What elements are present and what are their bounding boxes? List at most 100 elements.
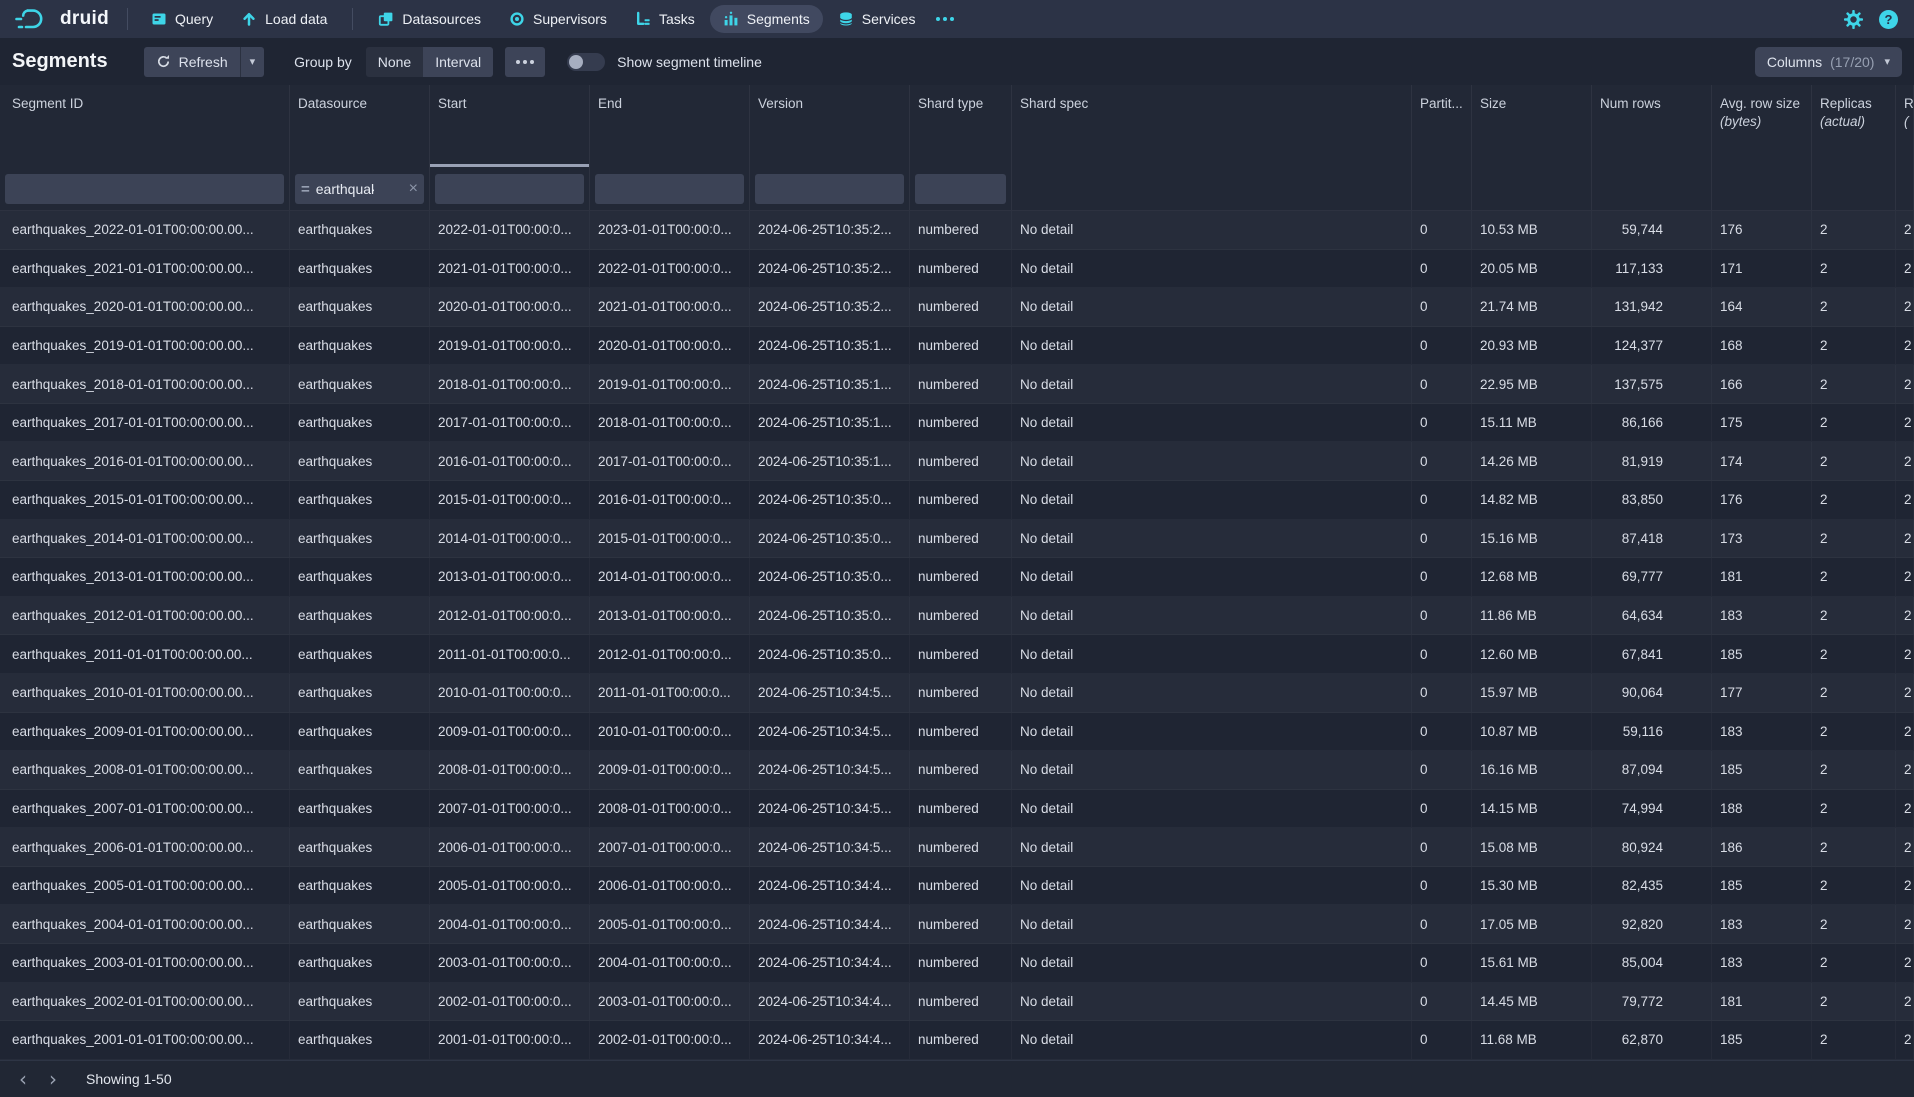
column-header-avg-row-size[interactable]: Avg. row size(bytes) — [1712, 85, 1812, 167]
filter-cell-avg-row-size — [1712, 167, 1812, 210]
cell-replicas: 2 — [1812, 288, 1896, 326]
cell-end: 2016-01-01T00:00:0... — [590, 481, 750, 519]
cell-replication: 2 — [1896, 983, 1914, 1021]
cell-avg-row-size: 174 — [1712, 442, 1812, 480]
column-header-segment-id[interactable]: Segment ID — [0, 85, 290, 167]
cell-shard-spec: No detail — [1012, 713, 1412, 751]
cell-shard-type: numbered — [910, 944, 1012, 982]
column-header-shard-spec[interactable]: Shard spec — [1012, 85, 1412, 167]
cell-start: 2021-01-01T00:00:0... — [430, 250, 590, 288]
cell-end: 2021-01-01T00:00:0... — [590, 288, 750, 326]
filter-input-version[interactable] — [755, 174, 904, 204]
refresh-button[interactable]: Refresh — [144, 47, 240, 77]
help-icon[interactable]: ? — [1879, 10, 1898, 29]
cell-replicas: 2 — [1812, 905, 1896, 943]
nav-item-segments[interactable]: Segments — [710, 5, 823, 33]
cell-avg-row-size: 164 — [1712, 288, 1812, 326]
column-header-num-rows[interactable]: Num rows — [1592, 85, 1712, 167]
prev-page-button[interactable]: ‹ — [8, 1064, 38, 1094]
cell-size: 17.05 MB — [1472, 905, 1592, 943]
column-header-datasource[interactable]: Datasource — [290, 85, 430, 167]
cell-start: 2007-01-01T00:00:0... — [430, 790, 590, 828]
cell-start: 2001-01-01T00:00:0... — [430, 1021, 590, 1059]
nav-item-tasks[interactable]: Tasks — [622, 5, 708, 33]
cell-num-rows: 67,841 — [1592, 635, 1712, 673]
cell-end: 2015-01-01T00:00:0... — [590, 520, 750, 558]
filter-cell-partition — [1412, 167, 1472, 210]
nav-item-query[interactable]: Query — [138, 5, 226, 33]
cell-start: 2005-01-01T00:00:0... — [430, 867, 590, 905]
cell-partition: 0 — [1412, 288, 1472, 326]
cell-size: 15.16 MB — [1472, 520, 1592, 558]
cell-datasource: earthquakes — [290, 520, 430, 558]
cell-replication: 2 — [1896, 944, 1914, 982]
cell-avg-row-size: 183 — [1712, 905, 1812, 943]
filter-input-start[interactable] — [435, 174, 584, 204]
pagination-footer: ‹ › Showing 1-50 — [0, 1060, 1914, 1097]
nav-item-datasources[interactable]: Datasources — [365, 5, 494, 33]
cell-num-rows: 69,777 — [1592, 558, 1712, 596]
cell-avg-row-size: 181 — [1712, 558, 1812, 596]
cell-shard-type: numbered — [910, 828, 1012, 866]
settings-gear-icon[interactable] — [1844, 10, 1863, 29]
cell-segment-id: earthquakes_2011-01-01T00:00:00.00... — [0, 635, 290, 673]
group-by-interval-button[interactable]: Interval — [423, 47, 493, 77]
column-header-size[interactable]: Size — [1472, 85, 1592, 167]
filter-input-end[interactable] — [595, 174, 744, 204]
cell-end: 2007-01-01T00:00:0... — [590, 828, 750, 866]
cell-replication: 2 — [1896, 211, 1914, 249]
druid-logo[interactable]: druid — [10, 6, 117, 32]
cell-start: 2014-01-01T00:00:0... — [430, 520, 590, 558]
cell-version: 2024-06-25T10:35:0... — [750, 520, 910, 558]
cell-shard-spec: No detail — [1012, 674, 1412, 712]
cell-datasource: earthquakes — [290, 250, 430, 288]
column-header-replicas[interactable]: Replicas(actual) — [1812, 85, 1896, 167]
table-row: earthquakes_2006-01-01T00:00:00.00...ear… — [0, 828, 1914, 867]
cell-size: 11.86 MB — [1472, 597, 1592, 635]
nav-item-load-data[interactable]: Load data — [228, 5, 340, 33]
nav-more-button[interactable] — [928, 11, 962, 27]
table-row: earthquakes_2009-01-01T00:00:00.00...ear… — [0, 713, 1914, 752]
filter-remove-icon[interactable]: × — [409, 181, 418, 197]
column-header-version[interactable]: Version — [750, 85, 910, 167]
cell-datasource: earthquakes — [290, 635, 430, 673]
cell-start: 2003-01-01T00:00:0... — [430, 944, 590, 982]
nav-item-services[interactable]: Services — [825, 5, 929, 33]
cell-end: 2019-01-01T00:00:0... — [590, 365, 750, 403]
cell-datasource: earthquakes — [290, 713, 430, 751]
table-header-row: Segment IDDatasourceStartEndVersionShard… — [0, 85, 1914, 167]
filter-input-shard-type[interactable] — [915, 174, 1006, 204]
cell-shard-spec: No detail — [1012, 597, 1412, 635]
columns-button[interactable]: Columns (17/20) ▾ — [1755, 47, 1902, 77]
filter-cell-version — [750, 167, 910, 210]
cell-shard-type: numbered — [910, 288, 1012, 326]
cell-shard-spec: No detail — [1012, 481, 1412, 519]
segment-timeline-toggle[interactable] — [567, 53, 605, 71]
nav-item-supervisors[interactable]: Supervisors — [496, 5, 620, 33]
column-header-shard-type[interactable]: Shard type — [910, 85, 1012, 167]
cell-version: 2024-06-25T10:34:5... — [750, 713, 910, 751]
cell-size: 15.61 MB — [1472, 944, 1592, 982]
cell-partition: 0 — [1412, 250, 1472, 288]
more-options-button[interactable] — [505, 47, 545, 77]
filter-input-segment-id[interactable] — [5, 174, 284, 204]
cell-size: 10.87 MB — [1472, 713, 1592, 751]
column-header-end[interactable]: End — [590, 85, 750, 167]
cell-num-rows: 90,064 — [1592, 674, 1712, 712]
cell-shard-spec: No detail — [1012, 1021, 1412, 1059]
cell-shard-spec: No detail — [1012, 211, 1412, 249]
column-header-start[interactable]: Start — [430, 85, 590, 167]
cell-shard-type: numbered — [910, 558, 1012, 596]
next-page-button[interactable]: › — [38, 1064, 68, 1094]
cell-shard-spec: No detail — [1012, 520, 1412, 558]
cell-avg-row-size: 168 — [1712, 327, 1812, 365]
column-header-replication[interactable]: R( — [1896, 85, 1914, 167]
cell-avg-row-size: 173 — [1712, 520, 1812, 558]
refresh-dropdown-button[interactable]: ▾ — [240, 47, 265, 77]
column-header-partition[interactable]: Partit... — [1412, 85, 1472, 167]
filter-input-datasource[interactable]: =earthquakes× — [295, 174, 424, 204]
cell-shard-spec: No detail — [1012, 867, 1412, 905]
cell-avg-row-size: 185 — [1712, 867, 1812, 905]
group-by-none-button[interactable]: None — [366, 47, 423, 77]
filter-cell-end — [590, 167, 750, 210]
